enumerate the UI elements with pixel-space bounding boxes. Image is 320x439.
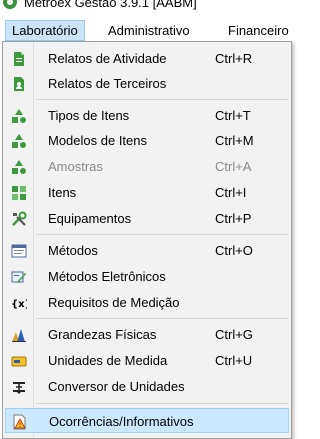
tools-icon bbox=[11, 211, 27, 227]
menu-separator bbox=[36, 99, 288, 100]
unit-tag-icon bbox=[11, 353, 27, 369]
menu-item-shortcut: Ctrl+U bbox=[215, 353, 253, 368]
menu-item-requisitos-de-medicao[interactable]: {x} Requisitos de Medição bbox=[5, 290, 289, 315]
menu-item-label: Conversor de Unidades bbox=[48, 379, 185, 394]
menu-separator bbox=[36, 234, 288, 235]
menu-item-shortcut: Ctrl+R bbox=[215, 51, 253, 66]
menu-item-modelos-de-itens[interactable]: Modelos de Itens Ctrl+M bbox=[5, 128, 289, 153]
menu-item-label: Métodos Eletrônicos bbox=[48, 269, 166, 284]
warning-document-icon bbox=[12, 414, 28, 430]
menu-item-itens[interactable]: Itens Ctrl+I bbox=[5, 180, 289, 205]
menubar-administrativo[interactable]: Administrativo bbox=[102, 20, 196, 41]
menu-item-label: Tipos de Itens bbox=[48, 108, 130, 123]
menu-item-shortcut: Ctrl+G bbox=[215, 327, 253, 342]
svg-text:{x}: {x} bbox=[11, 299, 27, 310]
menu-item-metodos[interactable]: Métodos Ctrl+O bbox=[5, 238, 289, 263]
menu-item-ocorrencias-informativos[interactable]: Ocorrências/Informativos bbox=[5, 408, 289, 433]
method-window-icon bbox=[11, 243, 27, 259]
app-logo-icon bbox=[3, 0, 17, 9]
menu-item-label: Equipamentos bbox=[48, 211, 132, 226]
variable-x-icon: {x} bbox=[11, 295, 32, 311]
menu-item-label: Grandezas Físicas bbox=[48, 327, 157, 342]
green-shapes-icon bbox=[11, 159, 27, 175]
electronic-method-icon bbox=[11, 269, 27, 285]
menu-item-relatos-de-atividade[interactable]: Relatos de Atividade Ctrl+R bbox=[5, 46, 289, 71]
physical-quantities-icon bbox=[11, 327, 27, 343]
green-blocks-icon bbox=[11, 185, 27, 201]
menu-item-label: Unidades de Medida bbox=[48, 353, 168, 368]
menu-item-label: Relatos de Atividade bbox=[48, 51, 167, 66]
menu-item-label: Ocorrências/Informativos bbox=[49, 414, 194, 429]
menu-item-tipos-de-itens[interactable]: Tipos de Itens Ctrl+T bbox=[5, 103, 289, 128]
menu-separator bbox=[36, 403, 288, 404]
green-document-person-icon bbox=[11, 76, 27, 92]
window-title: Metroex Gestão 3.9.1 [AABM] bbox=[24, 0, 197, 10]
menu-item-label: Modelos de Itens bbox=[48, 133, 148, 148]
menu-item-relatos-de-terceiros[interactable]: Relatos de Terceiros bbox=[5, 71, 289, 96]
menu-bar: Laboratório Administrativo Financeiro bbox=[0, 18, 293, 42]
menubar-laboratorio[interactable]: Laboratório bbox=[5, 20, 85, 41]
menu-item-amostras[interactable]: Amostras Ctrl+A bbox=[5, 154, 289, 179]
title-bar: Metroex Gestão 3.9.1 [AABM] bbox=[0, 0, 293, 18]
menu-item-shortcut: Ctrl+T bbox=[215, 108, 251, 123]
menubar-financeiro[interactable]: Financeiro bbox=[222, 20, 295, 41]
menu-item-shortcut: Ctrl+I bbox=[215, 185, 247, 200]
converter-icon bbox=[11, 379, 27, 395]
menu-item-label: Requisitos de Medição bbox=[48, 295, 180, 310]
menu-item-shortcut: Ctrl+O bbox=[215, 243, 253, 258]
menu-item-shortcut: Ctrl+A bbox=[215, 159, 252, 174]
menu-item-conversor-de-unidades[interactable]: Conversor de Unidades bbox=[5, 374, 289, 399]
menu-item-grandezas-fisicas[interactable]: Grandezas Físicas Ctrl+G bbox=[5, 322, 289, 347]
menu-item-equipamentos[interactable]: Equipamentos Ctrl+P bbox=[5, 206, 289, 231]
menu-item-label: Métodos bbox=[48, 243, 98, 258]
menu-item-label: Itens bbox=[48, 185, 77, 200]
menu-item-label: Relatos de Terceiros bbox=[48, 76, 167, 91]
menu-separator bbox=[36, 318, 288, 319]
menu-item-shortcut: Ctrl+M bbox=[215, 133, 254, 148]
menu-item-metodos-eletronicos[interactable]: Métodos Eletrônicos bbox=[5, 264, 289, 289]
menu-item-unidades-de-medida[interactable]: Unidades de Medida Ctrl+U bbox=[5, 348, 289, 373]
laboratorio-dropdown-menu: Relatos de Atividade Ctrl+R Relatos de T… bbox=[2, 41, 292, 439]
menu-item-shortcut: Ctrl+P bbox=[215, 211, 252, 226]
green-shapes-icon bbox=[11, 108, 27, 124]
menu-item-label: Amostras bbox=[48, 159, 103, 174]
green-document-icon bbox=[11, 51, 27, 67]
green-shapes-icon bbox=[11, 133, 27, 149]
